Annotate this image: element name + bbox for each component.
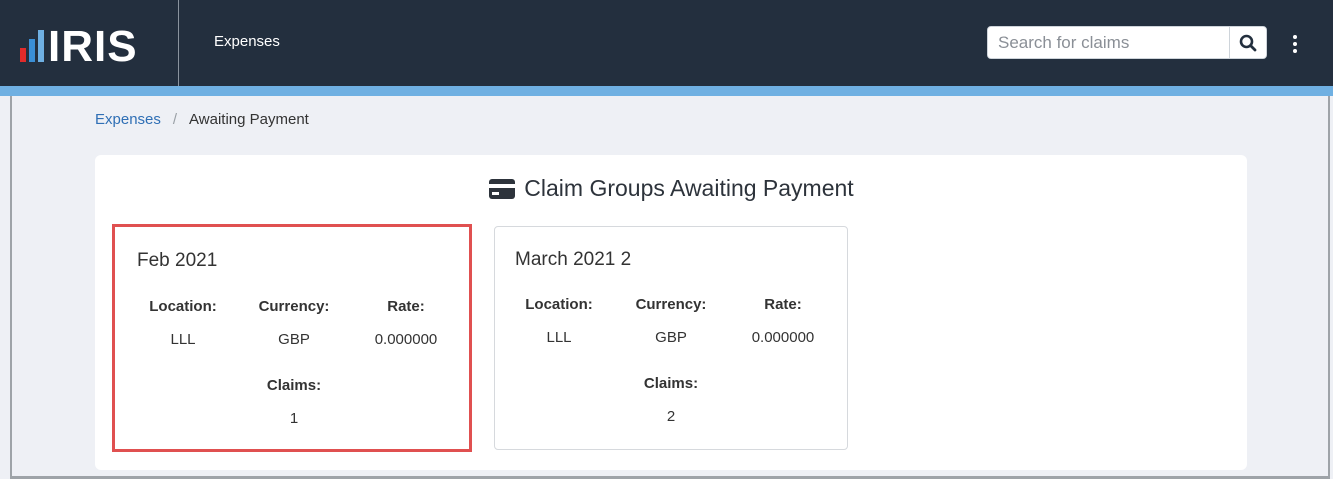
more-options-icon[interactable] — [1286, 33, 1304, 55]
search-icon — [1239, 34, 1257, 51]
claims-label: Claims: — [266, 377, 322, 394]
logo-divider — [178, 0, 179, 86]
rate-column: Rate: 0.000000 — [728, 296, 838, 346]
currency-value: GBP — [655, 329, 687, 346]
top-navbar: IRIS Expenses — [0, 0, 1333, 86]
currency-label: Currency: — [258, 298, 330, 315]
navbar-accent-bar — [0, 86, 1333, 96]
currency-label: Currency: — [635, 296, 707, 313]
breadcrumb: Expenses / Awaiting Payment — [95, 111, 309, 128]
rate-label: Rate: — [764, 296, 802, 313]
claims-value: 1 — [289, 410, 299, 427]
claims-value: 2 — [666, 408, 676, 425]
search-input[interactable] — [988, 27, 1229, 58]
currency-column: Currency: GBP — [616, 296, 726, 346]
rate-value: 0.000000 — [374, 331, 438, 348]
location-value: LLL — [546, 329, 572, 346]
iris-logo[interactable]: IRIS — [18, 18, 163, 66]
breadcrumb-separator: / — [172, 111, 178, 128]
page-title-text: Claim Groups Awaiting Payment — [524, 175, 854, 201]
logo-text: IRIS — [48, 22, 138, 66]
location-label: Location: — [149, 298, 217, 315]
location-label: Location: — [525, 296, 593, 313]
card-title: Feb 2021 — [137, 250, 218, 271]
location-column: Location: LLL — [128, 298, 238, 348]
search-button[interactable] — [1229, 27, 1266, 58]
claims-column: Claims: 1 — [239, 377, 349, 427]
frame-border-right — [1328, 96, 1330, 479]
app-frame: IRIS Expenses Expenses / Awaiting Paymen… — [0, 0, 1333, 479]
claim-group-card-march-2021-2[interactable]: March 2021 2 Location: LLL Currency: GBP… — [494, 226, 848, 450]
nav-title[interactable]: Expenses — [214, 33, 280, 50]
claims-column: Claims: 2 — [616, 375, 726, 425]
rate-value: 0.000000 — [751, 329, 815, 346]
page-title: Claim Groups Awaiting Payment — [95, 175, 1247, 202]
claims-label: Claims: — [643, 375, 699, 392]
breadcrumb-expenses-link[interactable]: Expenses — [95, 111, 161, 128]
claim-groups-panel: Claim Groups Awaiting Payment Feb 2021 L… — [95, 155, 1247, 470]
card-title: March 2021 2 — [515, 249, 632, 270]
search-bar — [987, 26, 1267, 59]
rate-label: Rate: — [387, 298, 425, 315]
frame-border-left — [10, 96, 12, 479]
claim-group-card-feb-2021[interactable]: Feb 2021 Location: LLL Currency: GBP Rat… — [112, 224, 472, 452]
currency-value: GBP — [278, 331, 310, 348]
rate-column: Rate: 0.000000 — [351, 298, 461, 348]
location-column: Location: LLL — [504, 296, 614, 346]
location-value: LLL — [170, 331, 196, 348]
breadcrumb-current: Awaiting Payment — [189, 111, 309, 128]
credit-card-icon — [489, 178, 516, 199]
currency-column: Currency: GBP — [239, 298, 349, 348]
